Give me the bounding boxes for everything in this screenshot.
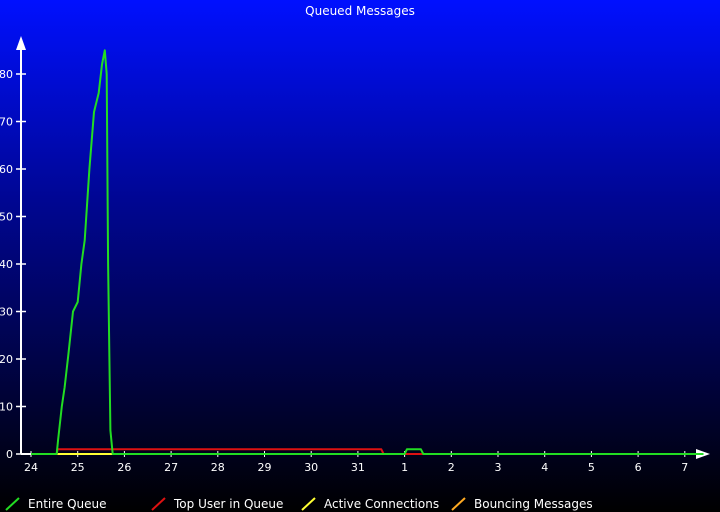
legend-item-top-user-in-queue: Top User in Queue bbox=[150, 496, 283, 512]
legend-swatch-active-connections bbox=[301, 497, 316, 511]
series-line-entire-queue bbox=[31, 49, 704, 455]
x-tick-label: 30 bbox=[304, 461, 318, 474]
x-tick-label: 29 bbox=[258, 461, 272, 474]
legend-label-top-user-in-queue: Top User in Queue bbox=[174, 497, 284, 511]
chart-plot-area: 0 10 20 30 40 50 60 70 80 24 25 26 27 28 29 30 31 1 2 3 4 5 6 7 bbox=[0, 36, 710, 474]
x-tick-label: 3 bbox=[495, 461, 502, 474]
y-tick-label: 70 bbox=[0, 116, 13, 129]
x-tick-label: 4 bbox=[541, 461, 548, 474]
x-tick-label: 7 bbox=[681, 461, 688, 474]
y-tick-label: 0 bbox=[6, 448, 13, 461]
legend-item-entire-queue: Entire Queue bbox=[4, 496, 107, 512]
chart-legend: Entire Queue Top User in Queue Active Co… bbox=[0, 496, 720, 512]
y-tick-label: 10 bbox=[0, 401, 13, 414]
x-tick-label: 25 bbox=[71, 461, 85, 474]
x-tick-label: 31 bbox=[351, 461, 365, 474]
legend-item-bouncing-messages: Bouncing Messages bbox=[450, 496, 593, 512]
legend-swatch-bouncing-messages bbox=[451, 497, 466, 511]
legend-item-active-connections: Active Connections bbox=[300, 496, 439, 512]
x-tick-label: 24 bbox=[24, 461, 38, 474]
y-tick-label: 60 bbox=[0, 163, 13, 176]
x-tick-label: 1 bbox=[401, 461, 408, 474]
x-tick-label: 2 bbox=[448, 461, 455, 474]
chart-frame: Queued Messages 0 10 20 30 40 50 60 70 80 24 25 26 2… bbox=[0, 0, 720, 512]
legend-label-active-connections: Active Connections bbox=[324, 497, 440, 511]
y-tick-label: 20 bbox=[0, 353, 13, 366]
legend-label-bouncing-messages: Bouncing Messages bbox=[474, 497, 593, 511]
y-tick-label: 80 bbox=[0, 68, 13, 81]
x-tick-label: 27 bbox=[164, 461, 178, 474]
x-tick-label: 5 bbox=[588, 461, 595, 474]
y-tick-label: 40 bbox=[0, 258, 13, 271]
y-tick-label: 50 bbox=[0, 211, 13, 224]
y-axis-arrow bbox=[16, 36, 26, 50]
x-tick-label: 28 bbox=[211, 461, 225, 474]
x-tick-label: 26 bbox=[117, 461, 131, 474]
legend-swatch-entire-queue bbox=[5, 497, 20, 511]
legend-swatch-top-user-in-queue bbox=[151, 497, 166, 511]
legend-label-entire-queue: Entire Queue bbox=[28, 497, 107, 511]
x-tick-label: 6 bbox=[635, 461, 642, 474]
y-tick-label: 30 bbox=[0, 306, 13, 319]
